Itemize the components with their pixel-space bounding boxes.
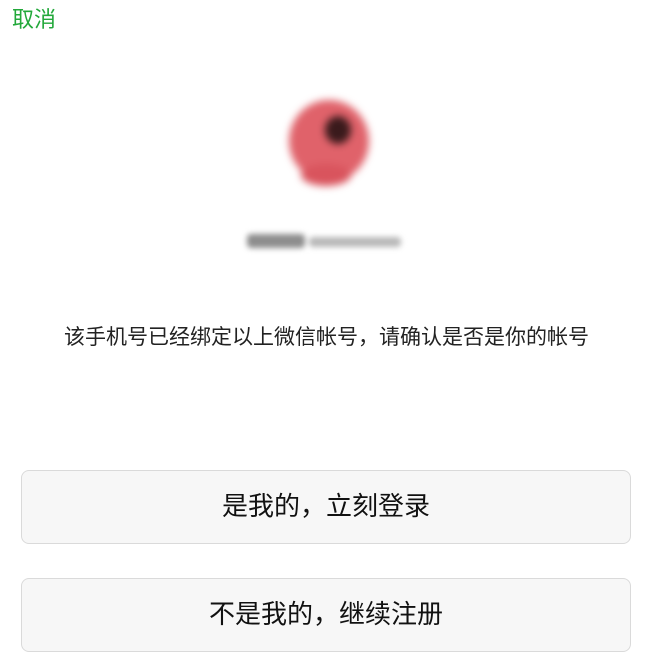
confirm-login-button[interactable]: 是我的，立刻登录 bbox=[21, 470, 631, 544]
avatar-eye-shape bbox=[325, 116, 351, 144]
cancel-button[interactable]: 取消 bbox=[12, 6, 56, 36]
nickname-blurred bbox=[247, 232, 405, 250]
avatar bbox=[281, 94, 375, 194]
avatar-chin-shape bbox=[301, 164, 351, 186]
confirmation-message: 该手机号已经绑定以上微信帐号，请确认是否是你的帐号 bbox=[64, 325, 589, 349]
continue-register-button[interactable]: 不是我的，继续注册 bbox=[21, 578, 631, 652]
